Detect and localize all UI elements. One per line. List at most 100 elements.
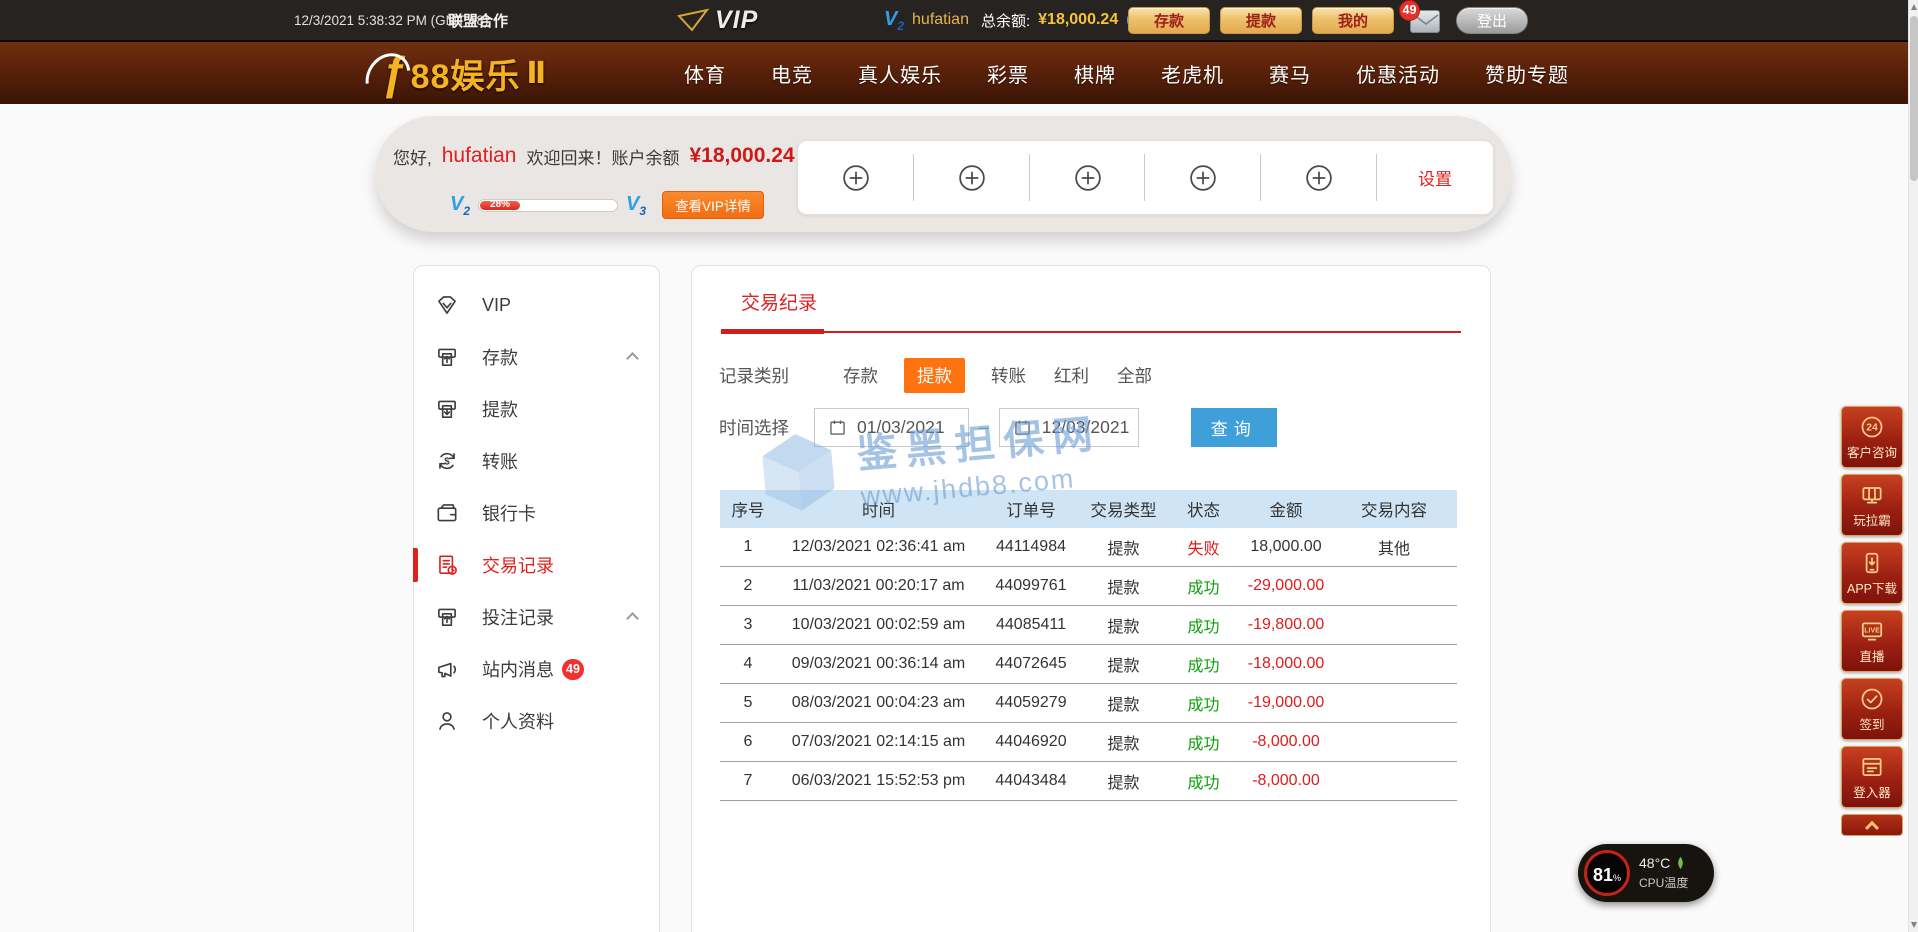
scroll-up-icon[interactable] <box>1909 0 1918 14</box>
sidebar-item-label: 提款 <box>482 396 518 422</box>
quick-action-button[interactable] <box>798 141 914 214</box>
nav-item[interactable]: 赛马 <box>1269 59 1311 88</box>
cpu-usage-gauge: 81% <box>1584 850 1630 896</box>
greeting-suffix: 欢迎回来！账户余额 <box>526 144 679 169</box>
quick-action-button[interactable] <box>914 141 1030 214</box>
scrollbar-thumb[interactable] <box>1910 16 1918 181</box>
greeting-row: 您好, hufatian 欢迎回来！账户余额 ¥18,000.24 <box>393 141 828 171</box>
vip-progress-fill: 28% <box>480 201 520 210</box>
table-cell: 07/03/2021 02:14:15 am <box>776 733 981 751</box>
sidebar-item-deposit[interactable]: 存款 <box>414 331 659 383</box>
sidebar-item-message[interactable]: 站内消息49 <box>414 643 659 695</box>
float-collapse-button[interactable] <box>1841 814 1903 836</box>
nav-item[interactable]: 优惠活动 <box>1356 59 1440 88</box>
vip-next-level: V3 <box>626 194 646 217</box>
plus-circle-icon <box>1304 163 1334 193</box>
greeting-balance: ¥18,000.24 <box>689 144 794 168</box>
launcher-icon <box>1859 754 1885 780</box>
float-tile-live[interactable]: LIVE直播 <box>1841 610 1903 672</box>
scroll-down-icon[interactable] <box>1909 918 1918 932</box>
nav-item[interactable]: 棋牌 <box>1074 59 1116 88</box>
page-scrollbar[interactable] <box>1908 0 1918 932</box>
transactions-table: 序号时间订单号交易类型状态金额交易内容 112/03/2021 02:36:41… <box>720 490 1457 801</box>
logout-button[interactable]: 登出 <box>1456 7 1528 34</box>
greeting-prefix: 您好, <box>393 144 432 169</box>
float-tile-check-in[interactable]: 签到 <box>1841 678 1903 740</box>
sidebar-item-transfer[interactable]: $转账 <box>414 435 659 487</box>
float-tile-launcher[interactable]: 登入器 <box>1841 746 1903 808</box>
vip-detail-button[interactable]: 查看VIP详情 <box>662 191 764 219</box>
filter-option[interactable]: 全部 <box>1115 358 1154 393</box>
app-download-icon <box>1859 550 1885 576</box>
deposit-button[interactable]: 存款 <box>1128 7 1210 34</box>
table-cell: 成功 <box>1166 613 1241 637</box>
affiliate-link[interactable]: 联盟合作 <box>448 0 508 40</box>
quick-action-button[interactable] <box>1030 141 1146 214</box>
filter-option[interactable]: 转账 <box>989 358 1028 393</box>
tab-transaction-records[interactable]: 交易纪录 <box>741 288 817 329</box>
site-logo[interactable]: ƒ 88娱乐 Ⅱ <box>367 42 546 104</box>
table-cell: 其他 <box>1331 535 1457 559</box>
table-cell: 44085411 <box>981 616 1081 634</box>
floating-shortcuts: 24客户咨询玩拉霸APP下载LIVE直播签到登入器 <box>1841 406 1903 836</box>
sidebar-item-profile[interactable]: 个人资料 <box>414 695 659 747</box>
table-cell: 44114984 <box>981 538 1081 556</box>
nav-item[interactable]: 电竞 <box>771 59 813 88</box>
sidebar-item-betting[interactable]: 投注记录 <box>414 591 659 643</box>
table-cell: 4 <box>720 655 776 673</box>
cpu-percent-sign: % <box>1613 873 1621 883</box>
topbar: 12/3/2021 5:38:32 PM (GMT +8) 联盟合作 VIP V… <box>0 0 1918 40</box>
filter-label: 记录类别 <box>719 363 789 388</box>
calendar-icon <box>1012 417 1033 438</box>
withdraw-button[interactable]: 提款 <box>1220 7 1302 34</box>
nav-item[interactable]: 老虎机 <box>1161 59 1224 88</box>
float-tile-slot-machine[interactable]: 玩拉霸 <box>1841 474 1903 536</box>
search-button[interactable]: 查询 <box>1191 408 1277 447</box>
sidebar-item-transaction[interactable]: 交易记录 <box>414 539 659 591</box>
table-cell: 提款 <box>1081 730 1166 754</box>
user-info: V2 hufatian 总余额: ¥18,000.24 <box>884 0 1148 40</box>
main-panel: 交易纪录 记录类别 存款提款转账红利全部 时间选择 01/03/2021 – 1… <box>691 265 1491 932</box>
date-to-input[interactable]: 12/03/2021 <box>999 408 1139 447</box>
chevron-up-icon <box>626 612 639 625</box>
table-cell: 08/03/2021 00:04:23 am <box>776 694 981 712</box>
filter-option[interactable]: 红利 <box>1052 358 1091 393</box>
sidebar-item-label: 个人资料 <box>482 708 554 734</box>
vip-progress-bar: 28% <box>478 199 618 212</box>
settings-label: 设置 <box>1418 165 1452 190</box>
sidebar-item-withdraw[interactable]: 提款 <box>414 383 659 435</box>
float-tile-app-download[interactable]: APP下载 <box>1841 542 1903 604</box>
table-cell: 5 <box>720 694 776 712</box>
nav-item[interactable]: 彩票 <box>987 59 1029 88</box>
nav-menu: 体育 电竞 真人娱乐 彩票 棋牌 老虎机 赛马 优惠活动 赞助专题 <box>684 42 1569 104</box>
date-from-input[interactable]: 01/03/2021 <box>814 408 969 447</box>
quick-action-button[interactable] <box>1145 141 1261 214</box>
settings-button[interactable]: 设置 <box>1377 141 1493 214</box>
nav-item[interactable]: 赞助专题 <box>1485 59 1569 88</box>
nav-item[interactable]: 体育 <box>684 59 726 88</box>
vip-progress-row: V2 28% V3 查看VIP详情 <box>450 191 764 219</box>
quick-action-button[interactable] <box>1261 141 1377 214</box>
sidebar-item-bank-card[interactable]: 银行卡 <box>414 487 659 539</box>
cpu-temp-value: 48°C <box>1639 855 1670 871</box>
mine-button[interactable]: 我的 <box>1312 7 1394 34</box>
table-cell: 提款 <box>1081 574 1166 598</box>
table-cell: -8,000.00 <box>1241 772 1331 790</box>
table-cell: 44059279 <box>981 694 1081 712</box>
vip-logo[interactable]: VIP <box>676 0 758 40</box>
message-icon <box>434 656 460 682</box>
plus-circle-icon <box>957 163 987 193</box>
float-tile-label: 登入器 <box>1853 782 1891 801</box>
sidebar-item-vip-diamond[interactable]: VIP <box>414 279 659 331</box>
table-cell: 44099761 <box>981 577 1081 595</box>
table-cell: 成功 <box>1166 652 1241 676</box>
filter-active-option[interactable]: 提款 <box>904 358 965 393</box>
table-cell: 09/03/2021 00:36:14 am <box>776 655 981 673</box>
float-tile-service-24[interactable]: 24客户咨询 <box>1841 406 1903 468</box>
mail-button[interactable]: 49 <box>1408 7 1442 34</box>
table-header-cell: 交易内容 <box>1331 497 1457 521</box>
filter-option[interactable]: 存款 <box>841 358 880 393</box>
nav-item[interactable]: 真人娱乐 <box>858 59 942 88</box>
slot-machine-icon <box>1859 482 1885 508</box>
table-cell: 06/03/2021 15:52:53 pm <box>776 772 981 790</box>
